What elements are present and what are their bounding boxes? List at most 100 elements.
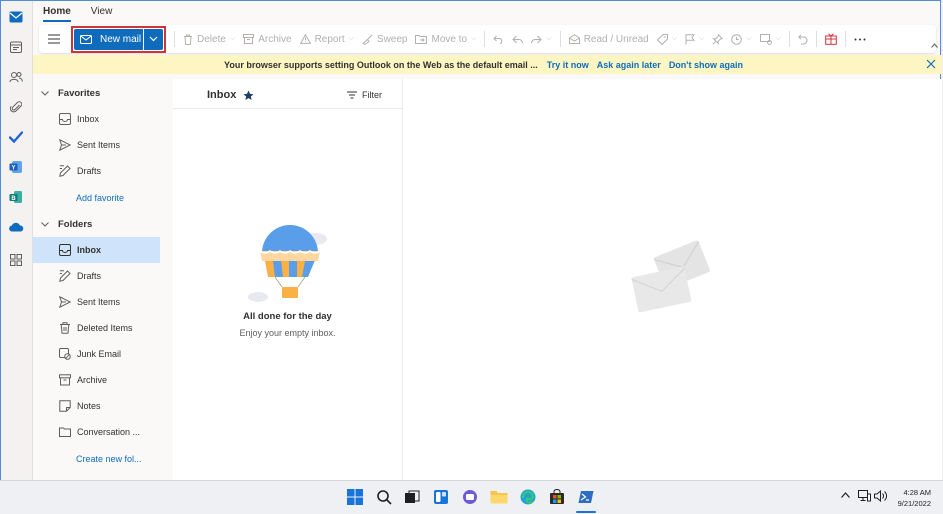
windows-start-icon[interactable] (345, 487, 365, 507)
forward-icon (531, 35, 543, 44)
note-icon (59, 400, 71, 412)
move-to-button[interactable]: Move to ⌵ (411, 28, 480, 50)
new-mail-button[interactable]: New mail (74, 28, 143, 50)
ribbon-divider (484, 31, 486, 47)
edge-browser-icon[interactable] (518, 487, 538, 507)
tab-home[interactable]: Home (43, 6, 71, 22)
search-icon[interactable] (374, 487, 394, 507)
report-button[interactable]: Report ⌵ (296, 28, 358, 50)
chevron-down-icon: ⌵ (348, 35, 354, 42)
move-to-label: Move to (431, 33, 468, 45)
filter-button[interactable]: Filter (347, 90, 382, 100)
favorite-drafts[interactable]: Drafts (33, 158, 160, 184)
hamburger-menu-icon[interactable] (43, 28, 65, 50)
network-icon[interactable] (858, 490, 871, 502)
more-apps-icon[interactable] (7, 251, 25, 269)
folder-inbox[interactable]: Inbox (33, 237, 160, 263)
snooze-button[interactable]: ⌵ (727, 28, 755, 50)
favorite-inbox[interactable]: Inbox (33, 106, 160, 132)
folders-header[interactable]: Folders (41, 216, 92, 232)
pin-icon (712, 33, 724, 45)
warning-icon (299, 34, 311, 44)
ask-again-later-link[interactable]: Ask again later (597, 60, 661, 70)
widgets-icon[interactable] (431, 487, 451, 507)
ribbon-toolbar: New mail Delete ⌵ Archive Report ⌵ Sweep (39, 25, 936, 53)
teams-chat-icon[interactable] (460, 487, 480, 507)
favorite-sent-items[interactable]: Sent Items (33, 132, 160, 158)
filter-label: Filter (362, 90, 382, 100)
read-unread-label: Read / Unread (583, 33, 649, 45)
folder-archive[interactable]: Archive (33, 367, 160, 393)
flag-button[interactable]: ⌵ (681, 28, 708, 50)
todo-app-icon[interactable] (7, 128, 25, 146)
add-in-button[interactable] (821, 28, 841, 50)
folder-sent-items[interactable]: Sent Items (33, 289, 160, 315)
outlook-window: Y B Home View New mail Delete ⌵ Archive … (0, 0, 942, 480)
tag-icon (656, 33, 668, 45)
delete-label: Delete (197, 33, 226, 45)
volume-icon[interactable] (874, 490, 887, 502)
task-view-icon[interactable] (402, 487, 422, 507)
dont-show-again-link[interactable]: Don't show again (669, 60, 743, 70)
read-unread-button[interactable]: Read / Unread (565, 28, 653, 50)
folders-label: Folders (58, 218, 93, 230)
powershell-icon[interactable] (576, 487, 596, 507)
reply-all-button[interactable] (508, 28, 527, 50)
chevron-down-icon: ⌵ (471, 35, 477, 42)
ellipsis-icon (854, 38, 866, 41)
chevron-down-icon: ⌵ (775, 35, 781, 42)
delete-button[interactable]: Delete ⌵ (179, 28, 239, 50)
favorites-header[interactable]: Favorites (41, 85, 100, 101)
create-new-folder-link[interactable]: Create new fol... (76, 454, 142, 464)
add-favorite-link[interactable]: Add favorite (76, 193, 124, 203)
undo-action-button[interactable] (794, 28, 812, 50)
categorize-button[interactable]: ⌵ (653, 28, 681, 50)
folder-junk-email[interactable]: Junk Email (33, 341, 160, 367)
people-app-icon[interactable] (7, 68, 25, 86)
folder-icon (59, 426, 71, 438)
close-icon[interactable] (926, 59, 936, 69)
system-clock[interactable]: 4:28 AM 9/21/2022 (898, 487, 931, 509)
new-mail-dropdown-button[interactable] (144, 28, 163, 50)
tab-view[interactable]: View (91, 6, 113, 22)
bookings-app-icon[interactable]: B (7, 188, 25, 206)
archive-button[interactable]: Archive (239, 28, 295, 50)
rules-button[interactable]: ⌵ (756, 28, 785, 50)
chevron-up-icon[interactable] (841, 492, 850, 498)
folder-conversation-history[interactable]: Conversation ... (33, 419, 160, 445)
yammer-app-icon[interactable]: Y (7, 158, 25, 176)
favorite-inbox-label: Inbox (77, 114, 100, 124)
folder-drafts[interactable]: Drafts (33, 263, 160, 289)
calendar-app-icon[interactable] (7, 38, 25, 56)
report-label: Report (314, 33, 345, 45)
pin-button[interactable] (708, 28, 727, 50)
folder-deleted-items[interactable]: Deleted Items (33, 315, 160, 341)
mail-icon (80, 34, 92, 44)
send-icon (59, 296, 71, 308)
folder-junk-label: Junk Email (77, 349, 122, 359)
folder-notes-label: Notes (77, 401, 101, 411)
favorites-label: Favorites (58, 87, 101, 99)
pencil-icon (59, 165, 71, 177)
onedrive-app-icon[interactable] (7, 218, 25, 236)
star-icon[interactable] (243, 90, 254, 101)
envelope-watermark-icon (629, 237, 715, 319)
more-options-button[interactable] (850, 28, 870, 50)
sweep-button[interactable]: Sweep (358, 28, 412, 50)
attachment-app-icon[interactable] (7, 98, 25, 116)
ribbon-divider (788, 31, 790, 47)
collapse-ribbon-icon[interactable] (931, 43, 938, 48)
try-it-now-link[interactable]: Try it now (547, 60, 589, 70)
forward-button[interactable]: ⌵ (527, 28, 555, 50)
undo-button[interactable] (489, 28, 508, 50)
hot-air-balloon-illustration (246, 221, 336, 305)
chevron-down-icon: ⌵ (746, 35, 752, 42)
windows-taskbar: 4:28 AM 9/21/2022 (0, 480, 943, 514)
file-explorer-icon[interactable] (489, 487, 509, 507)
folder-notes[interactable]: Notes (33, 393, 160, 419)
folder-deleted-label: Deleted Items (77, 323, 133, 333)
archive-icon (59, 374, 71, 386)
mail-app-icon[interactable] (7, 8, 25, 26)
envelope-open-icon (568, 34, 580, 44)
microsoft-store-icon[interactable] (547, 487, 567, 507)
